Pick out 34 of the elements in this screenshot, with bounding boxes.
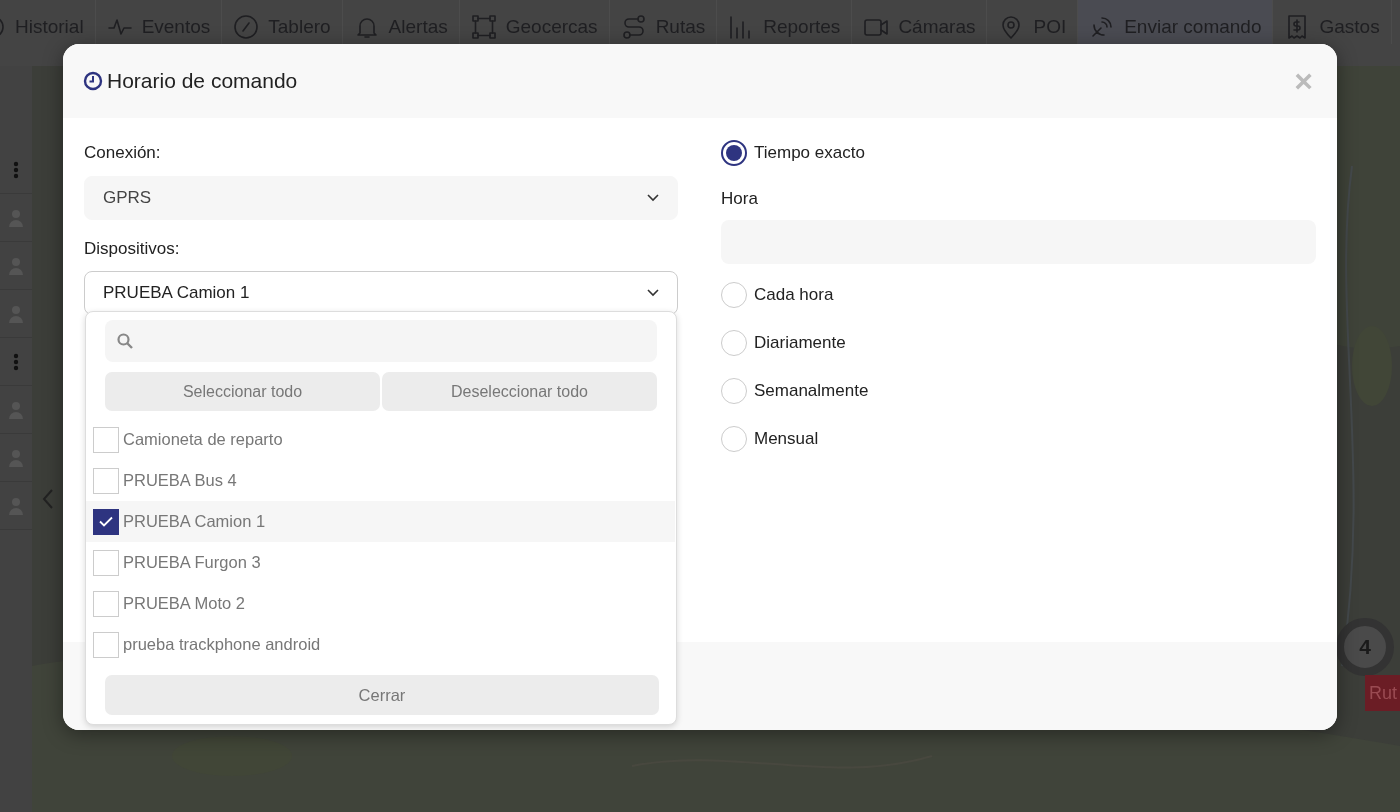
- search-field[interactable]: [105, 320, 657, 362]
- select-all-button[interactable]: Seleccionar todo: [105, 372, 380, 411]
- close-button[interactable]: ×: [1290, 65, 1317, 97]
- close-list-button[interactable]: Cerrar: [105, 675, 659, 715]
- more-icon[interactable]: [13, 352, 19, 371]
- gauge-icon: [233, 14, 260, 40]
- option-item[interactable]: Camioneta de reparto: [86, 419, 675, 460]
- caret-icon: [647, 193, 659, 202]
- polygon-icon: [470, 14, 497, 40]
- field-label: Dispositivos:: [84, 237, 181, 260]
- search-icon: [117, 333, 133, 349]
- more-icon[interactable]: [13, 160, 19, 179]
- field-label: Conexión:: [84, 142, 162, 164]
- option-item[interactable]: PRUEBA Camion 1: [86, 501, 675, 542]
- option-label: Tiempo exacto: [754, 142, 865, 165]
- field-label: Hora: [721, 188, 759, 210]
- caret-icon: [647, 289, 659, 297]
- radio-button[interactable]: [721, 140, 747, 166]
- option-label: Semanalmente: [754, 379, 869, 402]
- option-item[interactable]: prueba trackphone android: [86, 624, 675, 665]
- clock-icon: [83, 71, 103, 91]
- checkbox[interactable]: [93, 508, 119, 535]
- route-icon: [620, 14, 647, 40]
- option-item[interactable]: PRUEBA Bus 4: [86, 460, 675, 501]
- check-icon: [99, 516, 113, 527]
- option-label: Cada hora: [754, 283, 834, 306]
- deselect-all-button[interactable]: Deseleccionar todo: [382, 372, 657, 411]
- option-label: Diariamente: [754, 331, 846, 354]
- option-item[interactable]: PRUEBA Moto 2: [86, 583, 675, 624]
- option-item[interactable]: PRUEBA Furgon 3: [86, 542, 675, 583]
- select-field[interactable]: PRUEBA Camion 1: [84, 271, 678, 315]
- dialog-title: Horario de comando: [83, 65, 298, 97]
- select-field[interactable]: GPRS: [84, 175, 678, 220]
- option-label: Mensual: [754, 427, 819, 450]
